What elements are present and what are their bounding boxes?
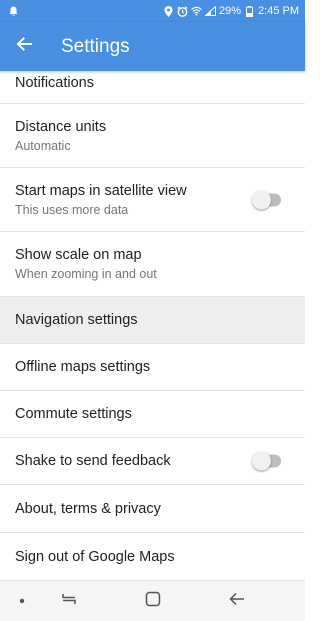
settings-item-label: About, terms & privacy [15,500,161,517]
satellite-view-toggle[interactable] [252,190,281,209]
back-icon [229,592,245,611]
settings-list: Notifications Distance units Automatic S… [0,71,305,580]
settings-item-sublabel: Automatic [15,138,71,153]
toggle-knob [252,190,271,209]
settings-item-sublabel: When zooming in and out [15,267,157,281]
settings-item-sign-out[interactable]: Sign out of Google Maps [0,533,305,580]
system-nav-bar [0,580,305,621]
arrow-back-icon [16,36,32,57]
back-button[interactable] [0,22,48,71]
settings-item-label: Distance units [15,118,107,135]
settings-item-satellite-view[interactable]: Start maps in satellite view This uses m… [0,168,305,232]
settings-item-distance-units[interactable]: Distance units Automatic [0,104,305,168]
home-button[interactable] [141,589,165,613]
settings-item-notifications[interactable]: Notifications [0,71,305,104]
settings-item-commute[interactable]: Commute settings [0,391,305,438]
settings-item-label: Navigation settings [15,312,138,328]
settings-item-label: Notifications [15,75,94,91]
battery-icon [244,5,255,17]
shake-feedback-toggle[interactable] [252,451,281,471]
dot-icon [10,589,34,613]
settings-item-label: Offline maps settings [15,359,151,375]
battery-percent: 29% [219,5,242,17]
alarm-icon [177,5,188,17]
recent-apps-button[interactable] [57,589,81,613]
settings-item-shake-feedback[interactable]: Shake to send feedback [0,438,305,485]
page-title: Settings [61,35,130,57]
settings-item-show-scale[interactable]: Show scale on map When zooming in and ou… [0,232,305,297]
settings-item-label: Show scale on map [15,247,142,263]
settings-item-about[interactable]: About, terms & privacy [0,485,305,533]
location-icon [163,5,174,17]
app-bar: Settings [0,22,305,71]
settings-item-label: Shake to send feedback [15,453,171,469]
status-bar: 29% 2:45 PM [0,0,305,22]
signal-icon [205,6,216,17]
recent-apps-icon [61,592,77,611]
nav-back-button[interactable] [225,589,249,613]
settings-item-label: Sign out of Google Maps [15,548,175,565]
clock-time: 2:45 PM [258,5,299,17]
notification-icon [8,6,19,17]
settings-item-offline-maps[interactable]: Offline maps settings [0,344,305,391]
home-icon [145,591,161,612]
toggle-knob [252,451,271,471]
settings-item-label: Commute settings [15,406,132,422]
settings-item-navigation[interactable]: Navigation settings [0,297,305,344]
wifi-icon [191,6,202,17]
